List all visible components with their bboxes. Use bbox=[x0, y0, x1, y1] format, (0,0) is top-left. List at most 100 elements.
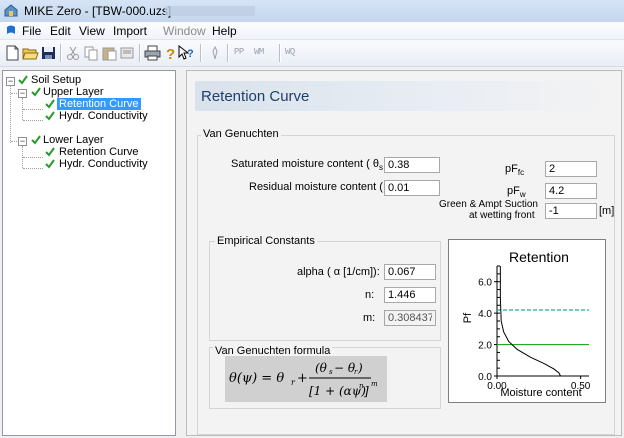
chart-y-tick-label: 6.0 bbox=[478, 278, 492, 289]
window-titlebar: MIKE Zero - [TBW-000.uzs] bbox=[0, 0, 624, 22]
empirical-constants-legend: Empirical Constants bbox=[215, 235, 317, 247]
svg-text:]: ] bbox=[363, 384, 369, 398]
svg-text:[1 + (αψ): [1 + (αψ) bbox=[309, 384, 366, 398]
menu-bar: File Edit View Import Window Help bbox=[0, 22, 624, 40]
green-ampt-unit: [m] bbox=[599, 205, 615, 217]
chart-y-tick-label: 2.0 bbox=[478, 341, 492, 352]
checkmark-icon bbox=[45, 159, 55, 169]
n-label: n: bbox=[365, 289, 375, 301]
menu-view[interactable]: View bbox=[79, 24, 105, 38]
toolbar-separator bbox=[279, 44, 281, 62]
alpha-label: alpha ( α [1/cm]): bbox=[297, 266, 380, 278]
wq-button[interactable]: WQ bbox=[285, 47, 295, 57]
checkmark-icon bbox=[45, 111, 55, 121]
formula-image: θ(ψ) = θ r + (θ s − θ r ) [1 + (αψ) n ] … bbox=[225, 356, 387, 402]
open-folder-icon[interactable] bbox=[22, 45, 39, 61]
tree-connector bbox=[23, 120, 43, 121]
chart-x-tick-label: 0.50 bbox=[571, 381, 591, 392]
window-title: MIKE Zero - [TBW-000.uzs] bbox=[24, 4, 172, 18]
collapse-icon[interactable]: − bbox=[18, 137, 27, 146]
toolbar-separator bbox=[200, 44, 202, 62]
pf-fc-label: pFfc bbox=[505, 163, 525, 178]
chart-x-axis-label: Moisture content bbox=[500, 387, 581, 399]
tree-connector bbox=[23, 157, 43, 158]
retention-chart-svg: Retention Pf Moisture content 0.02.04.06… bbox=[462, 249, 591, 399]
help-icon[interactable]: ? bbox=[162, 45, 179, 61]
paste-icon[interactable] bbox=[101, 45, 118, 61]
m-output bbox=[384, 310, 436, 326]
saturated-label: Saturated moisture content ( θs ): bbox=[231, 158, 393, 173]
saturated-moisture-input[interactable] bbox=[384, 157, 440, 173]
svg-text:?: ? bbox=[187, 48, 194, 60]
chart-x-tick-label: 0.00 bbox=[487, 381, 507, 392]
checkmark-icon bbox=[31, 87, 41, 97]
wm-button[interactable]: WM bbox=[254, 47, 264, 57]
copy-icon[interactable] bbox=[83, 45, 100, 61]
titlebar-ghost bbox=[165, 6, 255, 16]
save-icon[interactable] bbox=[40, 45, 57, 61]
undo-icon[interactable] bbox=[119, 45, 136, 61]
app-icon bbox=[4, 4, 18, 17]
new-document-icon[interactable] bbox=[4, 45, 21, 61]
tree-item-upper-retention-curve[interactable]: Retention Curve bbox=[57, 98, 141, 110]
menu-window[interactable]: Window bbox=[163, 24, 206, 38]
cut-icon[interactable] bbox=[65, 45, 82, 61]
tree-item-lower-retention-curve[interactable]: Retention Curve bbox=[59, 146, 139, 158]
toolbar-separator bbox=[139, 44, 141, 62]
svg-text:− θ: − θ bbox=[334, 361, 356, 375]
m-label: m: bbox=[363, 312, 376, 324]
retention-chart: Retention Pf Moisture content 0.0 2.0 4.0 6… bbox=[448, 239, 606, 403]
chart-retention-curve bbox=[499, 266, 562, 377]
van-genuchten-legend: Van Genuchten bbox=[201, 128, 281, 140]
alpha-input[interactable] bbox=[384, 264, 436, 280]
toolbar: ? ? PP WM WQ bbox=[0, 40, 624, 67]
checkmark-icon bbox=[18, 75, 28, 85]
retention-curve-page: Retention Curve Van Genuchten Saturated … bbox=[186, 70, 622, 436]
svg-text:(θ: (θ bbox=[315, 361, 328, 375]
collapse-icon[interactable]: − bbox=[18, 89, 27, 98]
van-genuchten-formula: θ(ψ) = θ r + (θ s − θ r ) [1 + (αψ) n ] … bbox=[229, 361, 378, 398]
app-menu-icon[interactable] bbox=[6, 25, 16, 36]
setup-tree[interactable]: − Soil Setup − Upper Layer Retention Cur… bbox=[2, 70, 176, 436]
svg-text:m: m bbox=[371, 380, 378, 388]
residual-label: Residual moisture content ( θr ): bbox=[249, 181, 405, 195]
residual-moisture-input[interactable] bbox=[384, 180, 440, 196]
checkmark-icon bbox=[45, 99, 55, 109]
print-icon[interactable] bbox=[144, 45, 161, 61]
tree-item-lower-layer[interactable]: Lower Layer bbox=[43, 134, 104, 146]
context-help-icon[interactable]: ? bbox=[178, 45, 195, 61]
menu-file[interactable]: File bbox=[22, 24, 41, 38]
chart-y-tick-label: 4.0 bbox=[478, 309, 492, 320]
tree-connector bbox=[23, 168, 43, 169]
toolbar-separator bbox=[227, 44, 229, 62]
menu-edit[interactable]: Edit bbox=[50, 24, 71, 38]
svg-text:r: r bbox=[291, 378, 296, 387]
svg-text:+: + bbox=[297, 371, 308, 386]
pf-fc-input[interactable] bbox=[545, 161, 597, 177]
chart-y-axis-label: Pf bbox=[462, 312, 474, 323]
page-title: Retention Curve bbox=[201, 88, 310, 105]
checkmark-icon bbox=[45, 147, 55, 157]
toolbar-separator bbox=[60, 44, 62, 62]
tree-connector bbox=[23, 109, 43, 110]
menu-help[interactable]: Help bbox=[212, 24, 237, 38]
svg-text:): ) bbox=[357, 361, 363, 375]
tool-icon[interactable] bbox=[207, 45, 224, 61]
menu-import[interactable]: Import bbox=[113, 24, 147, 38]
svg-text:?: ? bbox=[166, 46, 175, 61]
green-ampt-label-line1: Green & Ampt Suction bbox=[439, 199, 538, 210]
tree-item-lower-hydr-conductivity[interactable]: Hydr. Conductivity bbox=[59, 158, 148, 170]
tree-item-upper-layer[interactable]: Upper Layer bbox=[43, 86, 104, 98]
tree-item-soil-setup[interactable]: Soil Setup bbox=[31, 74, 81, 86]
pane-splitter[interactable] bbox=[177, 68, 185, 438]
n-input[interactable] bbox=[384, 287, 436, 303]
green-ampt-input[interactable] bbox=[545, 203, 597, 219]
chart-title: Retention bbox=[509, 249, 569, 265]
pp-button[interactable]: PP bbox=[234, 47, 244, 57]
pf-w-label: pFw bbox=[507, 185, 526, 200]
svg-text:s: s bbox=[329, 368, 333, 376]
checkmark-icon bbox=[31, 135, 41, 145]
svg-text:θ(ψ) = θ: θ(ψ) = θ bbox=[229, 371, 284, 386]
tree-item-upper-hydr-conductivity[interactable]: Hydr. Conductivity bbox=[59, 110, 148, 122]
pf-w-input[interactable] bbox=[545, 183, 597, 199]
